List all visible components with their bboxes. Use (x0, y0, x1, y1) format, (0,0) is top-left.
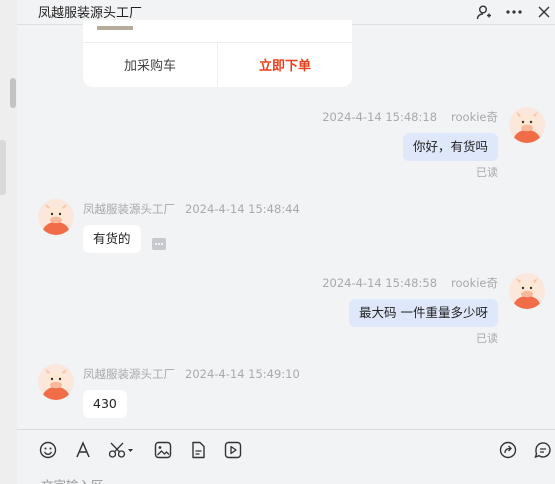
avatar[interactable] (38, 199, 74, 235)
read-status: 已读 (476, 166, 498, 179)
message-sender: rookie奇 (451, 276, 498, 290)
message-meta: 凤越服装源头工厂 2024-4-14 15:48:44 (83, 201, 300, 217)
message-sender: 凤越服装源头工厂 (83, 367, 175, 381)
font-icon[interactable] (73, 440, 93, 460)
emoji-icon[interactable] (38, 440, 58, 460)
message-bubble[interactable]: 你好，有货吗 (402, 133, 498, 161)
share-icon[interactable] (498, 440, 518, 460)
scissors-icon[interactable] (108, 440, 136, 460)
message-bubble[interactable]: 最大码 一件重量多少呀 (349, 299, 498, 327)
read-status: 已读 (476, 332, 498, 345)
message-meta: 凤越服装源头工厂 2024-4-14 15:49:10 (83, 366, 300, 382)
message-time: 2024-4-14 15:48:44 (185, 202, 300, 216)
message-sender: 凤越服装源头工厂 (83, 202, 175, 216)
order-now-button[interactable]: 立即下单 (218, 42, 352, 87)
message-time: 2024-4-14 15:49:10 (185, 367, 300, 381)
video-icon[interactable] (223, 440, 243, 460)
more-icon[interactable] (505, 3, 523, 21)
close-icon[interactable] (535, 3, 553, 21)
chat-title: 凤越服装源头工厂 (38, 6, 143, 21)
chat-window: 凤越服装源头工厂 加采购车 立即下单 2024-4-14 15:48:18 roo… (17, 0, 555, 484)
side-scrollbar[interactable] (10, 78, 16, 108)
quick-reply-icon[interactable] (533, 440, 553, 460)
message-input[interactable]: 文字输入区 (41, 475, 104, 484)
message-bubble[interactable]: 有货的 (83, 225, 141, 253)
message-meta: 2024-4-14 15:48:58 rookie奇 (322, 275, 498, 291)
message-time: 2024-4-14 15:48:18 (322, 110, 438, 124)
user-icon[interactable] (475, 3, 493, 21)
product-card: 加采购车 立即下单 (83, 20, 352, 87)
file-icon[interactable] (188, 440, 208, 460)
avatar[interactable] (509, 107, 545, 143)
add-to-cart-button[interactable]: 加采购车 (83, 42, 217, 87)
image-icon[interactable] (153, 440, 173, 460)
toolbar-divider (17, 429, 555, 430)
side-collapse-tab[interactable] (0, 140, 6, 195)
avatar[interactable] (38, 364, 74, 400)
message-more-button[interactable] (152, 238, 166, 250)
message-meta: 2024-4-14 15:48:18 rookie奇 (322, 109, 498, 125)
avatar[interactable] (509, 273, 545, 309)
message-time: 2024-4-14 15:48:58 (322, 276, 438, 290)
product-thumbnail (97, 26, 133, 30)
message-sender: rookie奇 (451, 110, 498, 124)
message-bubble[interactable]: 430 (83, 390, 127, 418)
side-panel-edge (0, 0, 17, 484)
